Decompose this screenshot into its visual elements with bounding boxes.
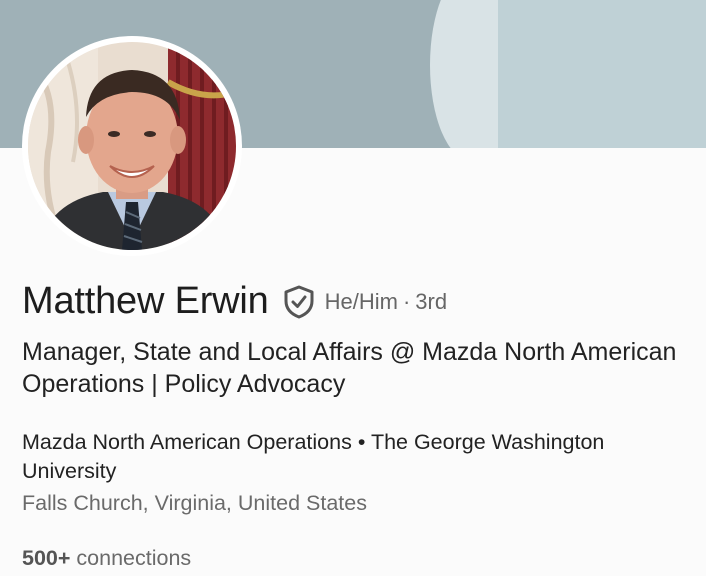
connections-label: connections: [76, 546, 192, 570]
connections-link[interactable]: 500+ connections: [22, 546, 191, 571]
profile-headline: Manager, State and Local Affairs @ Mazda…: [22, 338, 677, 398]
profile-page: Matthew Erwin He/Him · 3rd Manager, Stat…: [0, 0, 706, 576]
cover-panel-decoration: [498, 0, 706, 148]
profile-location: Falls Church, Virginia, United States: [22, 491, 367, 515]
degree-separator: ·: [402, 288, 411, 314]
experience-education-line: Mazda North American Operations • The Ge…: [22, 428, 702, 486]
connections-count: 500+: [22, 546, 71, 570]
pronouns-label: He/Him: [324, 288, 398, 314]
name-row: Matthew Erwin He/Him · 3rd: [22, 280, 447, 323]
profile-photo: [28, 42, 236, 250]
shield-check-icon[interactable]: [283, 285, 315, 319]
bullet-separator: •: [357, 430, 366, 454]
connection-degree: 3rd: [415, 288, 448, 314]
current-company-link[interactable]: Mazda North American Operations: [22, 430, 352, 454]
profile-name: Matthew Erwin: [22, 280, 269, 322]
avatar[interactable]: [28, 42, 236, 250]
profile-photo-frame[interactable]: [22, 36, 242, 256]
